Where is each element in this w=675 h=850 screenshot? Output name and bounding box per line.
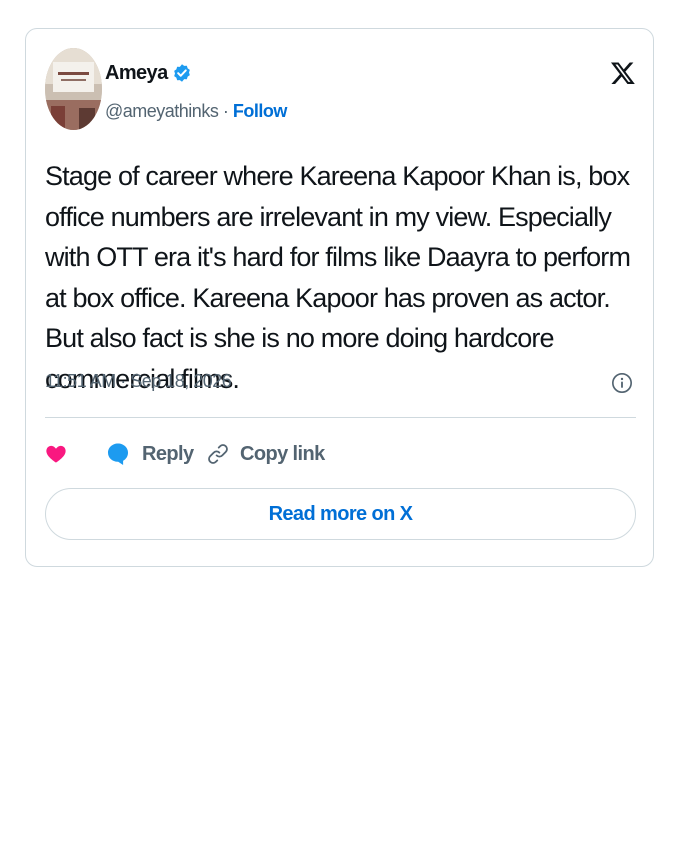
- author-row: Ameya: [105, 61, 192, 85]
- follow-button[interactable]: Follow: [233, 101, 288, 121]
- reply-button[interactable]: Reply: [106, 437, 194, 471]
- avatar[interactable]: [45, 48, 102, 130]
- avatar-image: [45, 48, 102, 130]
- speech-bubble-icon: [108, 443, 128, 465]
- like-button[interactable]: [45, 437, 67, 471]
- copy-link-label: Copy link: [240, 442, 325, 465]
- tweet-text: Stage of career where Kareena Kapoor Kha…: [45, 161, 631, 394]
- x-logo-icon[interactable]: [610, 60, 636, 86]
- verified-badge-icon: [173, 64, 190, 82]
- tweet-timestamp[interactable]: 11:51 AM · Sep 18, 2026: [45, 371, 232, 392]
- tweet-card: Ameya @ameyathinks · Follow Stage of car…: [25, 28, 654, 567]
- separator-dot: ·: [222, 101, 229, 121]
- info-icon[interactable]: [611, 372, 633, 394]
- divider: [45, 417, 636, 418]
- copy-link-button[interactable]: Copy link: [206, 437, 325, 471]
- heart-icon: [46, 445, 66, 463]
- handle-row: @ameyathinks · Follow: [105, 101, 287, 122]
- reply-label: Reply: [142, 442, 194, 465]
- author-handle[interactable]: @ameyathinks: [105, 101, 219, 121]
- link-icon: [208, 444, 228, 464]
- read-more-button[interactable]: Read more on X: [45, 488, 636, 540]
- author-name[interactable]: Ameya: [105, 62, 168, 85]
